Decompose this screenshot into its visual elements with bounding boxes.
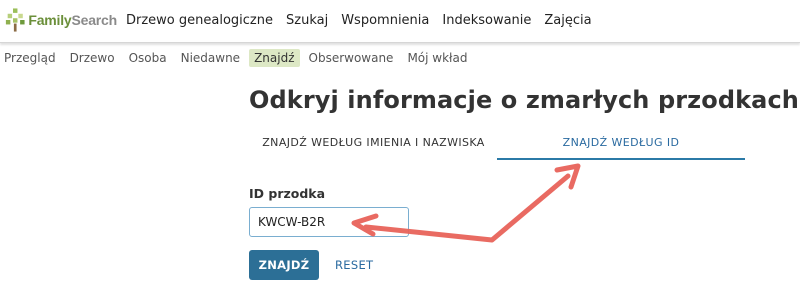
subnav-item-moj-wklad[interactable]: Mój wkład — [402, 49, 472, 67]
find-button[interactable]: ZNAJDŹ — [249, 250, 319, 280]
reset-link[interactable]: RESET — [335, 258, 373, 272]
ancestor-id-label: ID przodka — [249, 186, 326, 201]
subnav-item-przeglad[interactable]: Przegląd — [0, 49, 61, 67]
subnav-item-drzewo[interactable]: Drzewo — [65, 49, 120, 67]
nav-item-drzewo-genealogiczne[interactable]: Drzewo genealogiczne — [126, 13, 273, 28]
subnav-item-niedawne[interactable]: Niedawne — [176, 49, 245, 67]
logo-wordmark-search: Search — [71, 12, 118, 28]
primary-nav: Drzewo genealogiczne Szukaj Wspomnienia … — [126, 13, 605, 28]
logo-wordmark: FamilySearch — [28, 12, 117, 28]
subnav-item-obserwowane[interactable]: Obserwowane — [304, 49, 399, 67]
nav-item-wspomnienia[interactable]: Wspomnienia — [341, 13, 429, 28]
nav-item-szukaj[interactable]: Szukaj — [286, 13, 328, 28]
nav-item-indeksowanie[interactable]: Indeksowanie — [442, 13, 531, 28]
familysearch-logo[interactable]: FamilySearch — [5, 5, 117, 35]
tab-find-by-id[interactable]: ZNAJDŹ WEDŁUG ID — [497, 130, 745, 160]
logo-wordmark-family: Family — [28, 12, 72, 28]
nav-item-zajecia[interactable]: Zajęcia — [544, 13, 591, 28]
subnav-item-osoba[interactable]: Osoba — [124, 49, 172, 67]
ancestor-id-input[interactable] — [249, 207, 409, 237]
page-title: Odkryj informacje o zmarłych przodkach — [249, 86, 799, 114]
familysearch-tree-icon — [5, 8, 25, 32]
tab-find-by-name[interactable]: ZNAJDŹ WEDŁUG IMIENIA I NAZWISKA — [249, 130, 498, 160]
subnav-item-znajdz[interactable]: Znajdź — [249, 49, 300, 67]
top-navigation-bar: FamilySearch Drzewo genealogiczne Szukaj… — [0, 0, 800, 43]
tree-sub-navigation: Przegląd Drzewo Osoba Niedawne Znajdź Ob… — [0, 46, 476, 70]
